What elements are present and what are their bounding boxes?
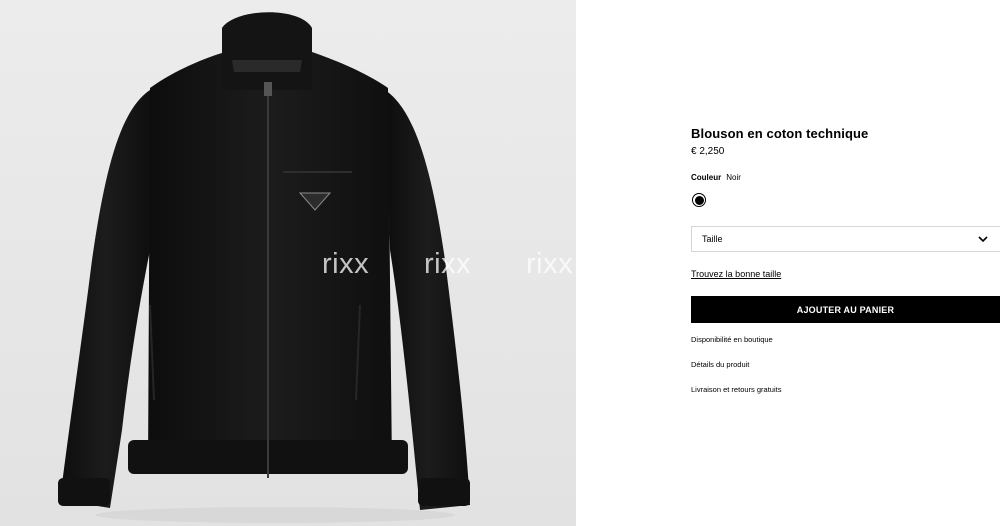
add-to-cart-button[interactable]: AJOUTER AU PANIER bbox=[691, 296, 1000, 323]
product-info-panel: Blouson en coton technique € 2,250 Coule… bbox=[691, 0, 1000, 526]
color-label: Couleur bbox=[691, 173, 722, 182]
store-availability-link[interactable]: Disponibilité en boutique bbox=[691, 335, 773, 344]
watermark-text: rixx bbox=[424, 248, 472, 280]
watermark-text: rixx bbox=[526, 248, 574, 280]
size-select-label: Taille bbox=[702, 234, 723, 244]
swatch-dot bbox=[694, 195, 704, 205]
product-price: € 2,250 bbox=[691, 146, 725, 157]
product-image-jacket bbox=[58, 12, 470, 523]
color-value: Noir bbox=[726, 173, 741, 182]
product-image-panel: rixx rixx rixx bbox=[0, 0, 576, 526]
chevron-down-icon bbox=[978, 235, 992, 243]
size-guide-link[interactable]: Trouvez la bonne taille bbox=[691, 269, 781, 279]
color-swatch-black[interactable] bbox=[692, 193, 706, 207]
product-title: Blouson en coton technique bbox=[691, 126, 869, 141]
watermark-text: rixx bbox=[322, 248, 370, 280]
delivery-returns-link[interactable]: Livraison et retours gratuits bbox=[691, 385, 781, 394]
product-details-link[interactable]: Détails du produit bbox=[691, 360, 749, 369]
size-select[interactable]: Taille bbox=[691, 226, 1000, 252]
color-row: Couleur Noir bbox=[691, 173, 741, 182]
